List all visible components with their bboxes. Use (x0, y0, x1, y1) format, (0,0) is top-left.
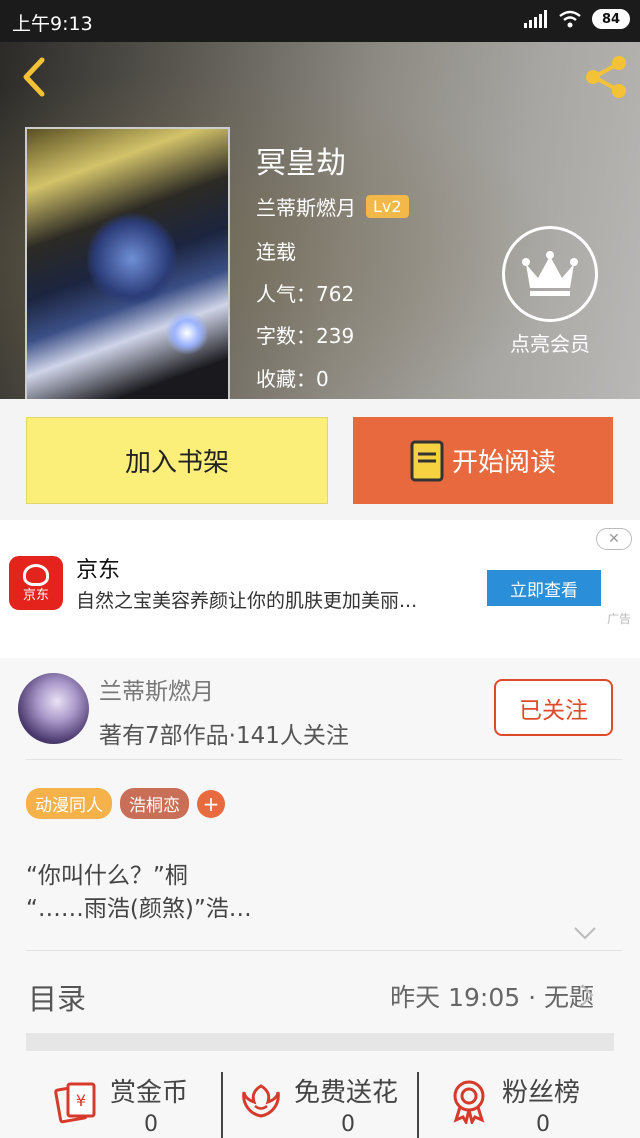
book-status: 连载 (256, 240, 296, 264)
book-cover[interactable] (25, 127, 230, 399)
description-line: “……雨浩(颜煞)”浩… (26, 896, 252, 922)
status-icons: 84 (524, 9, 630, 29)
section-separator (26, 1033, 614, 1051)
toc-label[interactable]: 目录 (28, 976, 86, 1018)
book-author[interactable]: 兰蒂斯燃月 (256, 192, 356, 221)
book-popularity: 人气：762 (256, 282, 355, 306)
crown-icon (502, 226, 598, 322)
add-tag-button[interactable]: + (197, 789, 225, 818)
author-avatar[interactable] (18, 673, 89, 744)
author-stats: 著有7部作品·141人关注 (99, 723, 349, 749)
stat-value: 0 (536, 1112, 550, 1137)
share-icon[interactable] (582, 54, 630, 100)
vip-label: 点亮会员 (510, 332, 590, 356)
battery-icon: 84 (592, 9, 630, 29)
book-icon (410, 440, 444, 481)
jd-logo-icon: 京东 (9, 556, 63, 610)
vip-button[interactable]: 点亮会员 (500, 226, 600, 357)
ad-close-icon[interactable]: ✕ (596, 528, 632, 550)
stat-label: 粉丝榜 (502, 1078, 581, 1108)
flower-icon (242, 1084, 280, 1118)
ad-description: 自然之宝美容养颜让你的肌肤更加美丽... (76, 590, 418, 612)
author-row: 兰蒂斯燃月 Lv2 (256, 192, 409, 221)
divider (221, 1072, 223, 1138)
divider (417, 1072, 419, 1138)
chevron-down-icon[interactable] (573, 926, 597, 940)
book-header: 冥皇劫 兰蒂斯燃月 Lv2 连载 人气：762 字数：239 收藏：0 点亮会员 (0, 42, 640, 399)
stat-value: 0 (341, 1112, 355, 1137)
author-name[interactable]: 兰蒂斯燃月 (99, 672, 214, 706)
stat-value: 0 (144, 1112, 158, 1137)
ad-tag: 广告 (606, 612, 631, 626)
add-to-shelf-button[interactable]: 加入书架 (26, 417, 328, 504)
action-bar: 加入书架 开始阅读 (0, 399, 640, 520)
toc-latest-chapter[interactable]: 昨天 19:05 · 无题 (390, 978, 594, 1014)
start-reading-button[interactable]: 开始阅读 (353, 417, 613, 504)
book-word-count: 字数：239 (256, 324, 355, 348)
chevron-right-icon[interactable] (580, 983, 594, 1007)
svg-text:¥: ¥ (76, 1091, 86, 1110)
signal-icon (524, 10, 547, 28)
follow-button[interactable]: 已关注 (494, 679, 613, 736)
tag-item[interactable]: 动漫同人 (26, 788, 112, 819)
status-bar: 上午9:13 84 (0, 0, 640, 42)
divider (26, 759, 622, 760)
ad-cta-button[interactable]: 立即查看 (487, 570, 601, 606)
wifi-icon (559, 10, 581, 28)
description-line: “你叫什么？”桐 (26, 863, 188, 889)
book-favorites: 收藏：0 (256, 367, 329, 391)
status-time: 上午9:13 (12, 13, 93, 35)
tag-list: 动漫同人 浩桐恋 + (26, 788, 225, 819)
red-envelope-icon: ¥ (54, 1082, 96, 1124)
start-reading-label: 开始阅读 (451, 448, 556, 478)
tag-item[interactable]: 浩桐恋 (120, 788, 189, 819)
ad-title: 京东 (76, 558, 121, 583)
ad-banner[interactable]: 京东 京东 自然之宝美容养颜让你的肌肤更加美丽... 立即查看 ✕ 广告 (0, 520, 640, 658)
medal-icon (453, 1080, 485, 1124)
level-badge: Lv2 (366, 195, 409, 218)
author-section: 兰蒂斯燃月 著有7部作品·141人关注 已关注 动漫同人 浩桐恋 + “你叫什么… (0, 658, 640, 1138)
back-icon[interactable] (14, 54, 54, 100)
stat-label: 免费送花 (294, 1078, 399, 1108)
stat-label: 赏金币 (110, 1078, 189, 1108)
divider (26, 950, 622, 951)
book-title: 冥皇劫 (256, 146, 346, 181)
